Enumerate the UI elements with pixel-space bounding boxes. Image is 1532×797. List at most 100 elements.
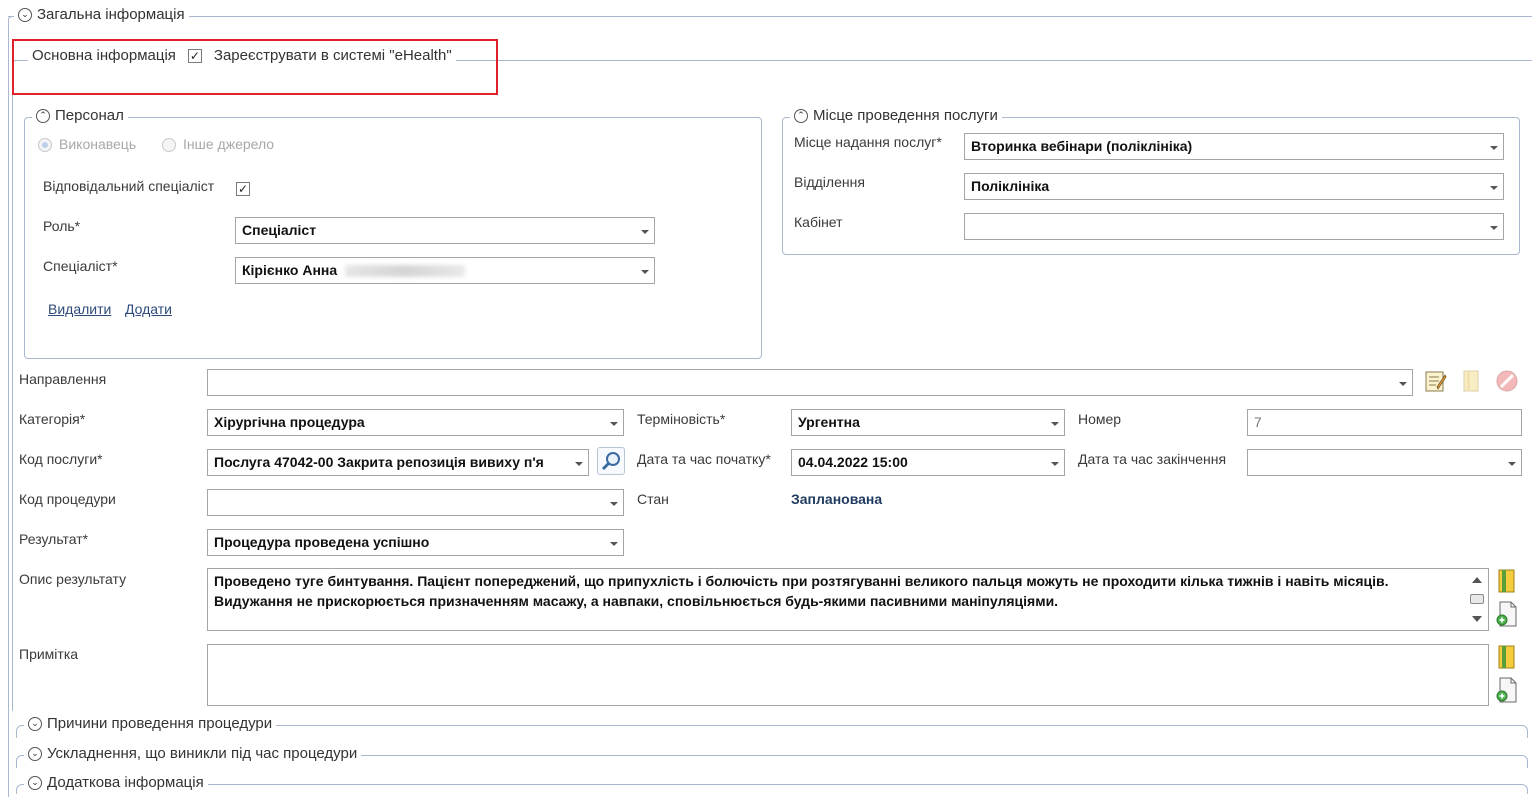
place-value: Вторинка вебінари (поліклініка) (971, 138, 1193, 154)
start-datetime-select[interactable]: 04.04.2022 15:00 (791, 449, 1065, 476)
chevron-down-icon[interactable] (1485, 134, 1503, 159)
result-desc-scrollbar[interactable] (1468, 571, 1486, 628)
chevron-down-icon[interactable] (1046, 410, 1064, 435)
end-datetime-select[interactable] (1247, 449, 1522, 476)
note-add-document-button[interactable] (1494, 677, 1520, 703)
chevron-down-icon[interactable] (1503, 450, 1521, 475)
service-code-select[interactable]: Послуга 47042-00 Закрита репозиція вивих… (207, 449, 589, 476)
general-info-header[interactable]: ⌄ Загальна інформація (14, 6, 189, 23)
radio-other-source[interactable] (162, 138, 176, 152)
urgency-value: Ургентна (798, 414, 860, 430)
specialist-label: Спеціаліст* (43, 258, 118, 274)
department-label: Відділення (794, 174, 865, 190)
edit-note-icon (1425, 371, 1447, 392)
highlight-box (12, 39, 498, 95)
note-label: Примітка (19, 646, 79, 662)
chevron-up-icon[interactable]: ⌃ (36, 108, 50, 123)
start-value: 04.04.2022 15:00 (798, 454, 908, 470)
cancel-icon (1496, 370, 1518, 392)
add-link[interactable]: Додати (125, 301, 172, 317)
chevron-down-icon[interactable] (1485, 214, 1503, 239)
search-service-button[interactable] (597, 447, 625, 475)
book-icon (1498, 645, 1515, 669)
result-select[interactable]: Процедура проведена успішно (207, 529, 624, 556)
referral-select[interactable] (207, 369, 1413, 396)
urgency-label: Терміновість* (637, 411, 726, 427)
additional-info-title: Додаткова інформація (47, 774, 204, 791)
radio-executor[interactable] (38, 138, 52, 152)
add-document-icon (1496, 677, 1517, 703)
book-button-disabled[interactable] (1459, 368, 1485, 394)
category-value: Хірургічна процедура (214, 414, 365, 430)
location-title: Місце проведення послуги (813, 107, 998, 124)
result-label: Результат* (19, 531, 89, 547)
procedure-code-select[interactable] (207, 489, 624, 516)
service-code-value: Послуга 47042-00 Закрита репозиція вивих… (214, 454, 544, 470)
role-value: Спеціаліст (242, 222, 317, 238)
specialist-select[interactable]: Кірієнко Анна (235, 257, 655, 284)
complications-title: Ускладнення, що виникли під час процедур… (47, 745, 358, 762)
book-icon (1463, 370, 1479, 392)
chevron-down-icon[interactable]: ⌄ (18, 7, 32, 22)
general-info-line (8, 16, 1532, 17)
blurred-name (345, 265, 466, 278)
chevron-down-icon[interactable]: ⌄ (28, 746, 42, 761)
chevron-down-icon[interactable] (605, 410, 623, 435)
scroll-thumb[interactable] (1470, 594, 1484, 604)
scroll-up-icon[interactable] (1472, 577, 1482, 583)
general-info-title: Загальна інформація (37, 6, 185, 23)
result-add-document-button[interactable] (1494, 601, 1520, 627)
department-value: Поліклініка (971, 178, 1050, 194)
category-label: Категорія* (19, 411, 86, 427)
end-label: Дата та час закінчення (1078, 451, 1227, 467)
complications-header[interactable]: ⌄ Ускладнення, що виникли під час процед… (24, 745, 362, 762)
number-input[interactable]: 7 (1247, 409, 1522, 436)
status-value: Запланована (791, 491, 883, 507)
chevron-down-icon[interactable] (1046, 450, 1064, 475)
result-value: Процедура проведена успішно (214, 534, 430, 550)
radio-executor-label: Виконавець (59, 136, 137, 152)
scroll-down-icon[interactable] (1472, 616, 1482, 622)
cabinet-select[interactable] (964, 213, 1504, 240)
chevron-down-icon[interactable]: ⌄ (28, 716, 42, 731)
delete-link[interactable]: Видалити (48, 301, 111, 317)
service-code-label: Код послуги* (19, 451, 103, 467)
personnel-header[interactable]: ⌃ Персонал (32, 107, 128, 124)
chevron-down-icon[interactable] (570, 450, 588, 475)
location-header[interactable]: ⌃ Місце проведення послуги (790, 107, 1002, 124)
number-label: Номер (1078, 411, 1122, 427)
note-book-button[interactable] (1494, 644, 1520, 670)
chevron-up-icon[interactable]: ⌃ (794, 108, 808, 123)
chevron-down-icon[interactable]: ⌄ (28, 775, 42, 790)
chevron-down-icon[interactable] (605, 490, 623, 515)
place-label: Місце надання послуг* (794, 134, 942, 150)
role-label: Роль* (43, 218, 81, 234)
referral-label: Направлення (19, 371, 107, 387)
cabinet-label: Кабінет (794, 214, 843, 230)
book-icon (1498, 569, 1515, 593)
cancel-button-disabled[interactable] (1494, 368, 1520, 394)
add-document-icon (1496, 601, 1517, 627)
responsible-label: Відповідальний спеціаліст (43, 178, 215, 194)
note-textarea[interactable] (207, 644, 1489, 706)
edit-note-button[interactable] (1422, 368, 1448, 394)
place-select[interactable]: Вторинка вебінари (поліклініка) (964, 133, 1504, 160)
category-select[interactable]: Хірургічна процедура (207, 409, 624, 436)
reasons-header[interactable]: ⌄ Причини проведення процедури (24, 715, 277, 732)
chevron-down-icon[interactable] (636, 258, 654, 283)
result-book-button[interactable] (1494, 568, 1520, 594)
result-description-textarea[interactable]: Проведено туге бинтування. Пацієнт попер… (207, 568, 1489, 631)
chevron-down-icon[interactable] (636, 218, 654, 243)
role-select[interactable]: Спеціаліст (235, 217, 655, 244)
main-info-frame (12, 60, 19, 711)
chevron-down-icon[interactable] (605, 530, 623, 555)
chevron-down-icon[interactable] (1394, 370, 1412, 395)
reasons-title: Причини проведення процедури (47, 715, 273, 732)
responsible-checkbox[interactable]: ✓ (236, 182, 250, 196)
additional-info-header[interactable]: ⌄ Додаткова інформація (24, 774, 208, 791)
urgency-select[interactable]: Ургентна (791, 409, 1065, 436)
department-select[interactable]: Поліклініка (964, 173, 1504, 200)
result-desc-label: Опис результату (19, 571, 127, 587)
chevron-down-icon[interactable] (1485, 174, 1503, 199)
radio-other-label: Інше джерело (183, 136, 275, 152)
